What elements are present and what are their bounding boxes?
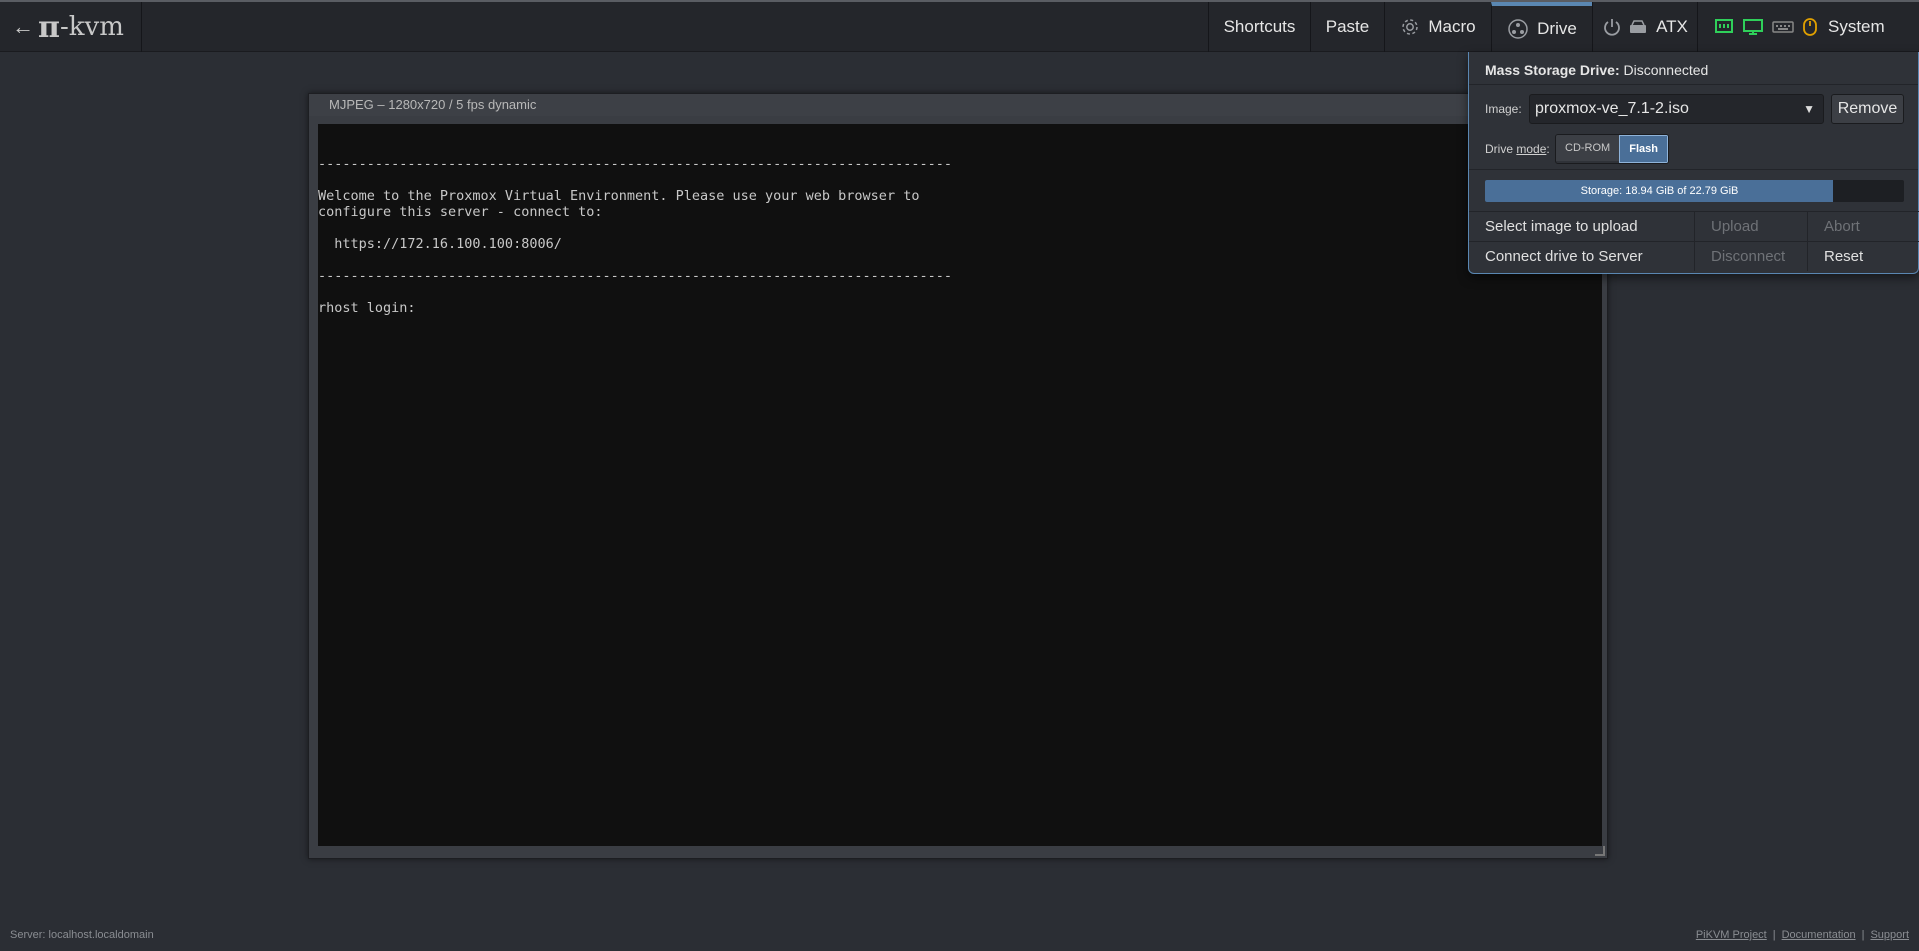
logo-suffix: -kvm	[59, 12, 124, 42]
menu-macro-label: Macro	[1428, 17, 1476, 36]
drive-menu-panel: Mass Storage Drive: Disconnected Image: …	[1468, 52, 1919, 274]
drive-mode-label-word: mode	[1516, 142, 1547, 156]
footer-links: PiKVM Project | Documentation | Support	[1695, 929, 1909, 941]
remote-screen[interactable]: ----------------------------------------…	[318, 124, 1602, 846]
back-arrow-icon: ←	[12, 14, 34, 39]
upload-button[interactable]: Upload	[1694, 211, 1807, 241]
menu-shortcuts-label: Shortcuts	[1223, 17, 1296, 36]
server-info: Server: localhost.localdomain	[10, 929, 154, 941]
drive-mode-label: Drive mode:	[1485, 142, 1550, 156]
select-image-button[interactable]: Select image to upload	[1469, 211, 1694, 241]
menu-shortcuts[interactable]: Shortcuts	[1208, 2, 1310, 52]
network-icon	[1714, 18, 1734, 36]
menu-drive[interactable]: Drive	[1491, 2, 1592, 52]
stream-window[interactable]: MJPEG – 1280x720 / 5 fps dynamic ⤢ -----…	[308, 93, 1608, 859]
hdd-icon	[1628, 19, 1648, 35]
caret-down-icon: ▼	[1803, 102, 1815, 116]
mouse-icon	[1802, 17, 1818, 37]
drive-icon	[1507, 18, 1529, 40]
mode-flash-button[interactable]: Flash	[1619, 135, 1668, 163]
menu-system[interactable]: System	[1697, 2, 1919, 52]
drive-mode-toggle: CD-ROM Flash	[1555, 134, 1669, 164]
drive-mode-label-prefix: Drive	[1485, 142, 1517, 156]
divider	[1469, 169, 1918, 170]
menu-atx-label: ATX	[1656, 17, 1688, 36]
footer-link-project[interactable]: PiKVM Project	[1696, 929, 1767, 941]
drive-mode-label-suffix: :	[1546, 142, 1550, 156]
drive-status-title: Mass Storage Drive: Disconnected	[1485, 62, 1708, 78]
remove-button[interactable]: Remove	[1831, 94, 1904, 124]
divider	[1469, 84, 1918, 85]
storage-text: Storage: 18.94 GiB of 22.79 GiB	[1580, 185, 1739, 197]
menu-paste[interactable]: Paste	[1310, 2, 1384, 52]
top-menu-bar: ← π -kvm Shortcuts Paste Macro Drive ATX	[0, 0, 1919, 52]
keyboard-icon	[1772, 20, 1794, 34]
menu-atx[interactable]: ATX	[1592, 2, 1697, 52]
connect-drive-button[interactable]: Connect drive to Server	[1469, 241, 1694, 271]
abort-button[interactable]: Abort	[1807, 211, 1919, 241]
reset-button[interactable]: Reset	[1807, 241, 1919, 271]
disconnect-button[interactable]: Disconnect	[1694, 241, 1807, 271]
logo-link[interactable]: ← π -kvm	[0, 2, 142, 52]
mode-cdrom-button[interactable]: CD-ROM	[1556, 135, 1620, 161]
menu-system-label: System	[1828, 17, 1885, 36]
stream-info: MJPEG – 1280x720 / 5 fps dynamic	[329, 97, 537, 112]
menu-paste-label: Paste	[1325, 17, 1370, 36]
logo-pi: π	[38, 9, 60, 45]
footer-link-support[interactable]: Support	[1870, 929, 1909, 941]
menu-macro[interactable]: Macro	[1384, 2, 1491, 52]
image-label: Image:	[1485, 102, 1522, 116]
resize-handle[interactable]	[1595, 846, 1605, 856]
drive-title-label: Mass Storage Drive:	[1485, 62, 1620, 78]
menu-drive-label: Drive	[1537, 19, 1577, 38]
drive-status-value: Disconnected	[1623, 62, 1709, 78]
storage-progress-bar: Storage: 18.94 GiB of 22.79 GiB	[1485, 180, 1904, 202]
power-icon	[1602, 17, 1622, 37]
image-select[interactable]: proxmox-ve_7.1-2.iso ▼	[1529, 94, 1824, 124]
image-select-value: proxmox-ve_7.1-2.iso	[1535, 100, 1689, 117]
footer-link-docs[interactable]: Documentation	[1782, 929, 1856, 941]
gear-icon	[1400, 17, 1420, 37]
monitor-icon	[1742, 18, 1764, 36]
stream-window-header[interactable]: MJPEG – 1280x720 / 5 fps dynamic	[309, 94, 1607, 116]
